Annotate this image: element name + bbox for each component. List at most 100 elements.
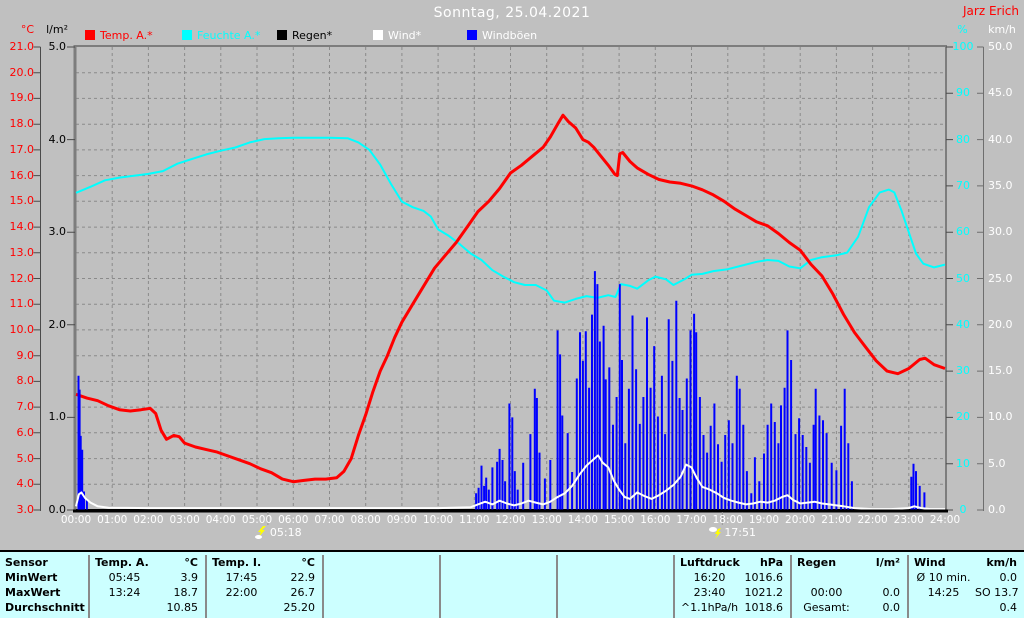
legend-label: Wind* <box>388 28 422 42</box>
table-col-temp-a: Temp. A. °C 05:45 3.9 13:24 18.7 10.85 <box>88 555 205 618</box>
x-axis-tick: 13:00 <box>531 514 562 526</box>
table-col-rain: Regen l/m² 00:00 0.0 Gesamt: 0.0 <box>790 555 907 618</box>
min-time <box>795 570 858 585</box>
avg-value: 10.85 <box>166 601 199 614</box>
column-header: Wind <box>914 556 946 569</box>
x-axis-tick: 23:00 <box>893 514 924 526</box>
x-axis-tick: 07:00 <box>314 514 345 526</box>
weather-day-report: Sonntag, 25.04.2021 Jarz Erich °C l/m² %… <box>0 0 1024 618</box>
avg-value: 25.20 <box>283 601 316 614</box>
temp-legend-swatch-icon <box>85 30 95 40</box>
trend-label: ^1.1hPa/h <box>680 601 739 614</box>
page-title: Sonntag, 25.04.2021 <box>433 5 591 21</box>
avg-value: 0.4 <box>999 601 1018 614</box>
humidity-axis-tick: 90 <box>956 86 970 100</box>
avg-label <box>210 600 273 615</box>
row-label-avg: Durchschnitt <box>5 601 85 614</box>
column-unit: hPa <box>759 556 783 569</box>
wind-axis-tick: 0.0 <box>988 503 1006 516</box>
temp-axis-tick: 6.0 <box>16 425 35 439</box>
temp-axis-tick: 9.0 <box>16 348 35 362</box>
temp-axis-tick: 20.0 <box>9 65 35 79</box>
x-axis-tick: 03:00 <box>169 514 200 526</box>
temp-axis-tick: 17.0 <box>9 142 35 156</box>
min-value: 22.9 <box>290 571 316 584</box>
legend-item-wind: Wind* <box>373 28 422 42</box>
column-unit: l/m² <box>875 556 900 569</box>
rain-legend-swatch-icon <box>277 30 287 40</box>
wind-axis-tick: 40.0 <box>988 132 1013 146</box>
temp-axis-tick: 5.0 <box>16 451 35 465</box>
temp-axis-tick: 19.0 <box>9 91 35 105</box>
max-value: 18.7 <box>173 586 199 599</box>
sunrise-marker: 05:18 <box>254 526 302 539</box>
x-axis-tick: 14:00 <box>567 514 599 526</box>
wind-axis-tick: 10.0 <box>988 410 1013 424</box>
wind-avg10-label: Ø 10 min. <box>916 571 971 584</box>
wind-axis-tick: 30.0 <box>988 225 1013 239</box>
humidity-legend-swatch-icon <box>182 30 192 40</box>
temp-axis-tick: 11.0 <box>9 297 35 311</box>
column-header: Temp. I. <box>212 556 262 569</box>
table-col-pressure: Luftdruck hPa 16:20 1016.6 23:40 1021.2 ^1… <box>673 555 790 618</box>
wind-axis-tick: 45.0 <box>988 86 1013 100</box>
x-axis-tick: 04:00 <box>205 514 236 526</box>
column-unit: °C <box>184 556 198 569</box>
min-value: 3.9 <box>180 571 199 584</box>
temp-axis-tick: 12.0 <box>9 271 35 285</box>
x-axis-tick: 21:00 <box>821 514 852 526</box>
max-time: 23:40 <box>693 586 726 599</box>
wind-avg10-value: 0.0 <box>999 571 1018 584</box>
temp-axis-tick: 10.0 <box>9 322 35 336</box>
min-value: 1016.6 <box>744 571 784 584</box>
column-header: Luftdruck <box>680 556 740 569</box>
legend-label: Feuchte A.* <box>197 28 261 42</box>
temp-axis-tick: 8.0 <box>16 374 35 388</box>
rain-total-label: Gesamt: <box>803 601 850 614</box>
row-label-min: MinWert <box>5 571 58 584</box>
x-axis-tick: 02:00 <box>133 514 164 526</box>
table-row-labels: Sensor MinWert MaxWert Durchschnitt <box>0 555 88 618</box>
legend-item-temp: Temp. A.* <box>85 28 153 42</box>
table-col-empty-3 <box>556 555 673 618</box>
temp-axis-tick: 18.0 <box>9 117 35 131</box>
max-value: 1021.2 <box>744 586 784 599</box>
temp-axis-unit: °C <box>20 23 34 36</box>
humidity-axis-tick: 100 <box>952 40 974 53</box>
x-axis-tick: 11:00 <box>459 514 490 526</box>
x-axis-tick: 17:00 <box>676 514 707 526</box>
humidity-axis-tick: 70 <box>956 178 970 192</box>
x-axis-tick: 10:00 <box>422 514 454 526</box>
legend-label: Temp. A.* <box>100 28 153 42</box>
min-value <box>858 570 900 585</box>
avg-value: 1018.6 <box>744 601 784 614</box>
max-value: SO 13.7 <box>975 586 1019 599</box>
humidity-axis-tick: 10 <box>956 456 970 470</box>
rain-start-value: 0.0 <box>882 586 901 599</box>
wind-axis-unit: km/h <box>988 23 1016 36</box>
x-axis-tick: 20:00 <box>785 514 816 526</box>
humidity-axis-tick: 20 <box>956 410 970 424</box>
rain-start-time: 00:00 <box>810 586 843 599</box>
min-time: 05:45 <box>108 571 141 584</box>
x-axis-tick: 24:00 <box>929 514 961 526</box>
sunrise-icon <box>254 526 266 539</box>
temp-axis-tick: 16.0 <box>9 168 35 182</box>
legend-label: Windböen <box>482 28 538 42</box>
avg-label <box>912 600 975 615</box>
x-axis-tick: 16:00 <box>640 514 671 526</box>
max-time: 13:24 <box>108 586 141 599</box>
rain-axis-unit: l/m² <box>46 23 68 36</box>
table-col-wind: Wind km/h Ø 10 min. 0.0 14:25 SO 13.7 0.4 <box>907 555 1024 618</box>
temp-axis-tick: 4.0 <box>16 477 35 491</box>
temp-axis-tick: 14.0 <box>9 220 35 234</box>
wind-axis-tick: 35.0 <box>988 178 1013 192</box>
rain-axis-tick: 3.0 <box>48 225 67 239</box>
x-axis-tick: 01:00 <box>97 514 128 526</box>
sunrise-time: 05:18 <box>269 526 302 539</box>
temp-axis-tick: 13.0 <box>9 245 35 259</box>
rain-axis-tick: 5.0 <box>48 40 67 53</box>
x-axis-tick: 09:00 <box>386 514 417 526</box>
watermark-author: Jarz Erich <box>963 4 1019 18</box>
avg-label <box>93 600 156 615</box>
